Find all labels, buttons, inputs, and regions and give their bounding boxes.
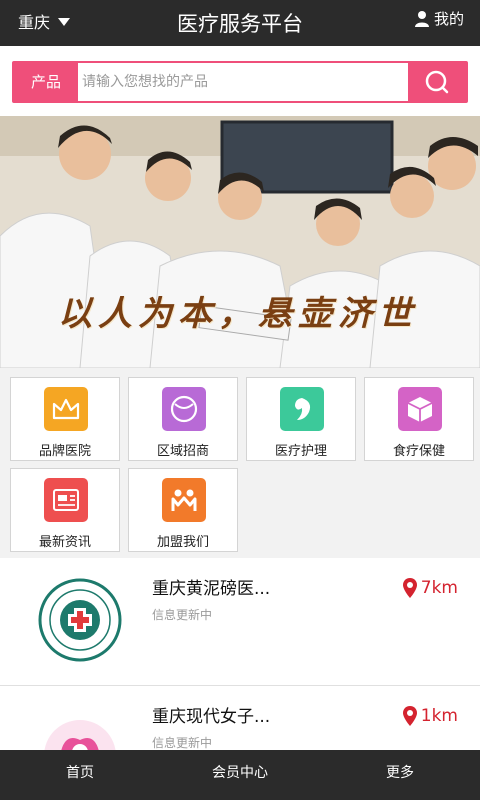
- nav-home[interactable]: 首页: [0, 750, 160, 800]
- search-category-button[interactable]: 产品: [14, 63, 78, 101]
- hospital-name: 重庆现代女子...: [152, 707, 271, 727]
- crown-icon: [44, 387, 88, 431]
- list-item[interactable]: 重庆现代女子... 信息更新中 1km: [0, 686, 480, 750]
- banner-slogan: 以人为本，悬壶济世: [58, 294, 418, 334]
- category-label: 品牌医院: [38, 444, 91, 459]
- distance-value: 7km: [420, 578, 458, 598]
- promo-banner[interactable]: 以人为本，悬壶济世: [0, 116, 480, 368]
- bottom-nav: 首页 会员中心 更多: [0, 750, 480, 800]
- top-bar: 重庆 医疗服务平台 我的: [0, 0, 480, 46]
- search-button[interactable]: [408, 63, 466, 101]
- search-input[interactable]: [80, 63, 410, 101]
- hospital-logo: [38, 578, 122, 662]
- distance-value: 1km: [420, 706, 458, 726]
- nav-more[interactable]: 更多: [320, 750, 480, 800]
- hospital-status: 信息更新中: [152, 608, 213, 622]
- search-icon: [425, 70, 449, 94]
- location-pin-icon: [402, 578, 417, 598]
- location-pin-icon: [402, 706, 417, 726]
- category-grid: 品牌医院 区域招商 医疗护理 食疗保健 最新资讯 加盟我们: [0, 368, 480, 558]
- category-regional-investment[interactable]: 区域招商: [128, 377, 238, 461]
- category-label: 医疗护理: [274, 444, 327, 459]
- distance-label: 7km: [402, 578, 458, 598]
- account-label: 我的: [433, 10, 464, 28]
- search-area: 产品: [0, 46, 480, 116]
- category-join-us[interactable]: 加盟我们: [128, 468, 238, 552]
- category-medical-care[interactable]: 医疗护理: [246, 377, 356, 461]
- list-item[interactable]: 重庆黄泥磅医... 信息更新中 7km: [0, 558, 480, 686]
- category-label: 最新资讯: [38, 535, 91, 550]
- category-diet-health[interactable]: 食疗保健: [364, 377, 474, 461]
- leaf-icon: [280, 387, 324, 431]
- hospital-logo: [44, 720, 116, 750]
- category-brand-hospital[interactable]: 品牌医院: [10, 377, 120, 461]
- distance-label: 1km: [402, 706, 458, 726]
- hospital-name: 重庆黄泥磅医...: [152, 579, 271, 599]
- box-icon: [398, 387, 442, 431]
- nav-member-center[interactable]: 会员中心: [160, 750, 320, 800]
- hospital-list: 重庆黄泥磅医... 信息更新中 7km 重庆现代女子... 信息更新中 1km: [0, 558, 480, 750]
- category-label: 加盟我们: [156, 535, 209, 550]
- category-label: 食疗保健: [392, 444, 445, 459]
- search-box: 产品: [12, 61, 468, 103]
- hospital-status: 信息更新中: [152, 736, 213, 750]
- category-latest-news[interactable]: 最新资讯: [10, 468, 120, 552]
- globe-icon: [162, 387, 206, 431]
- news-icon: [44, 478, 88, 522]
- account-button[interactable]: 我的: [414, 8, 464, 29]
- page-title: 医疗服务平台: [177, 12, 303, 36]
- join-icon: [162, 478, 206, 522]
- category-label: 区域招商: [156, 444, 209, 459]
- user-icon: [414, 11, 429, 27]
